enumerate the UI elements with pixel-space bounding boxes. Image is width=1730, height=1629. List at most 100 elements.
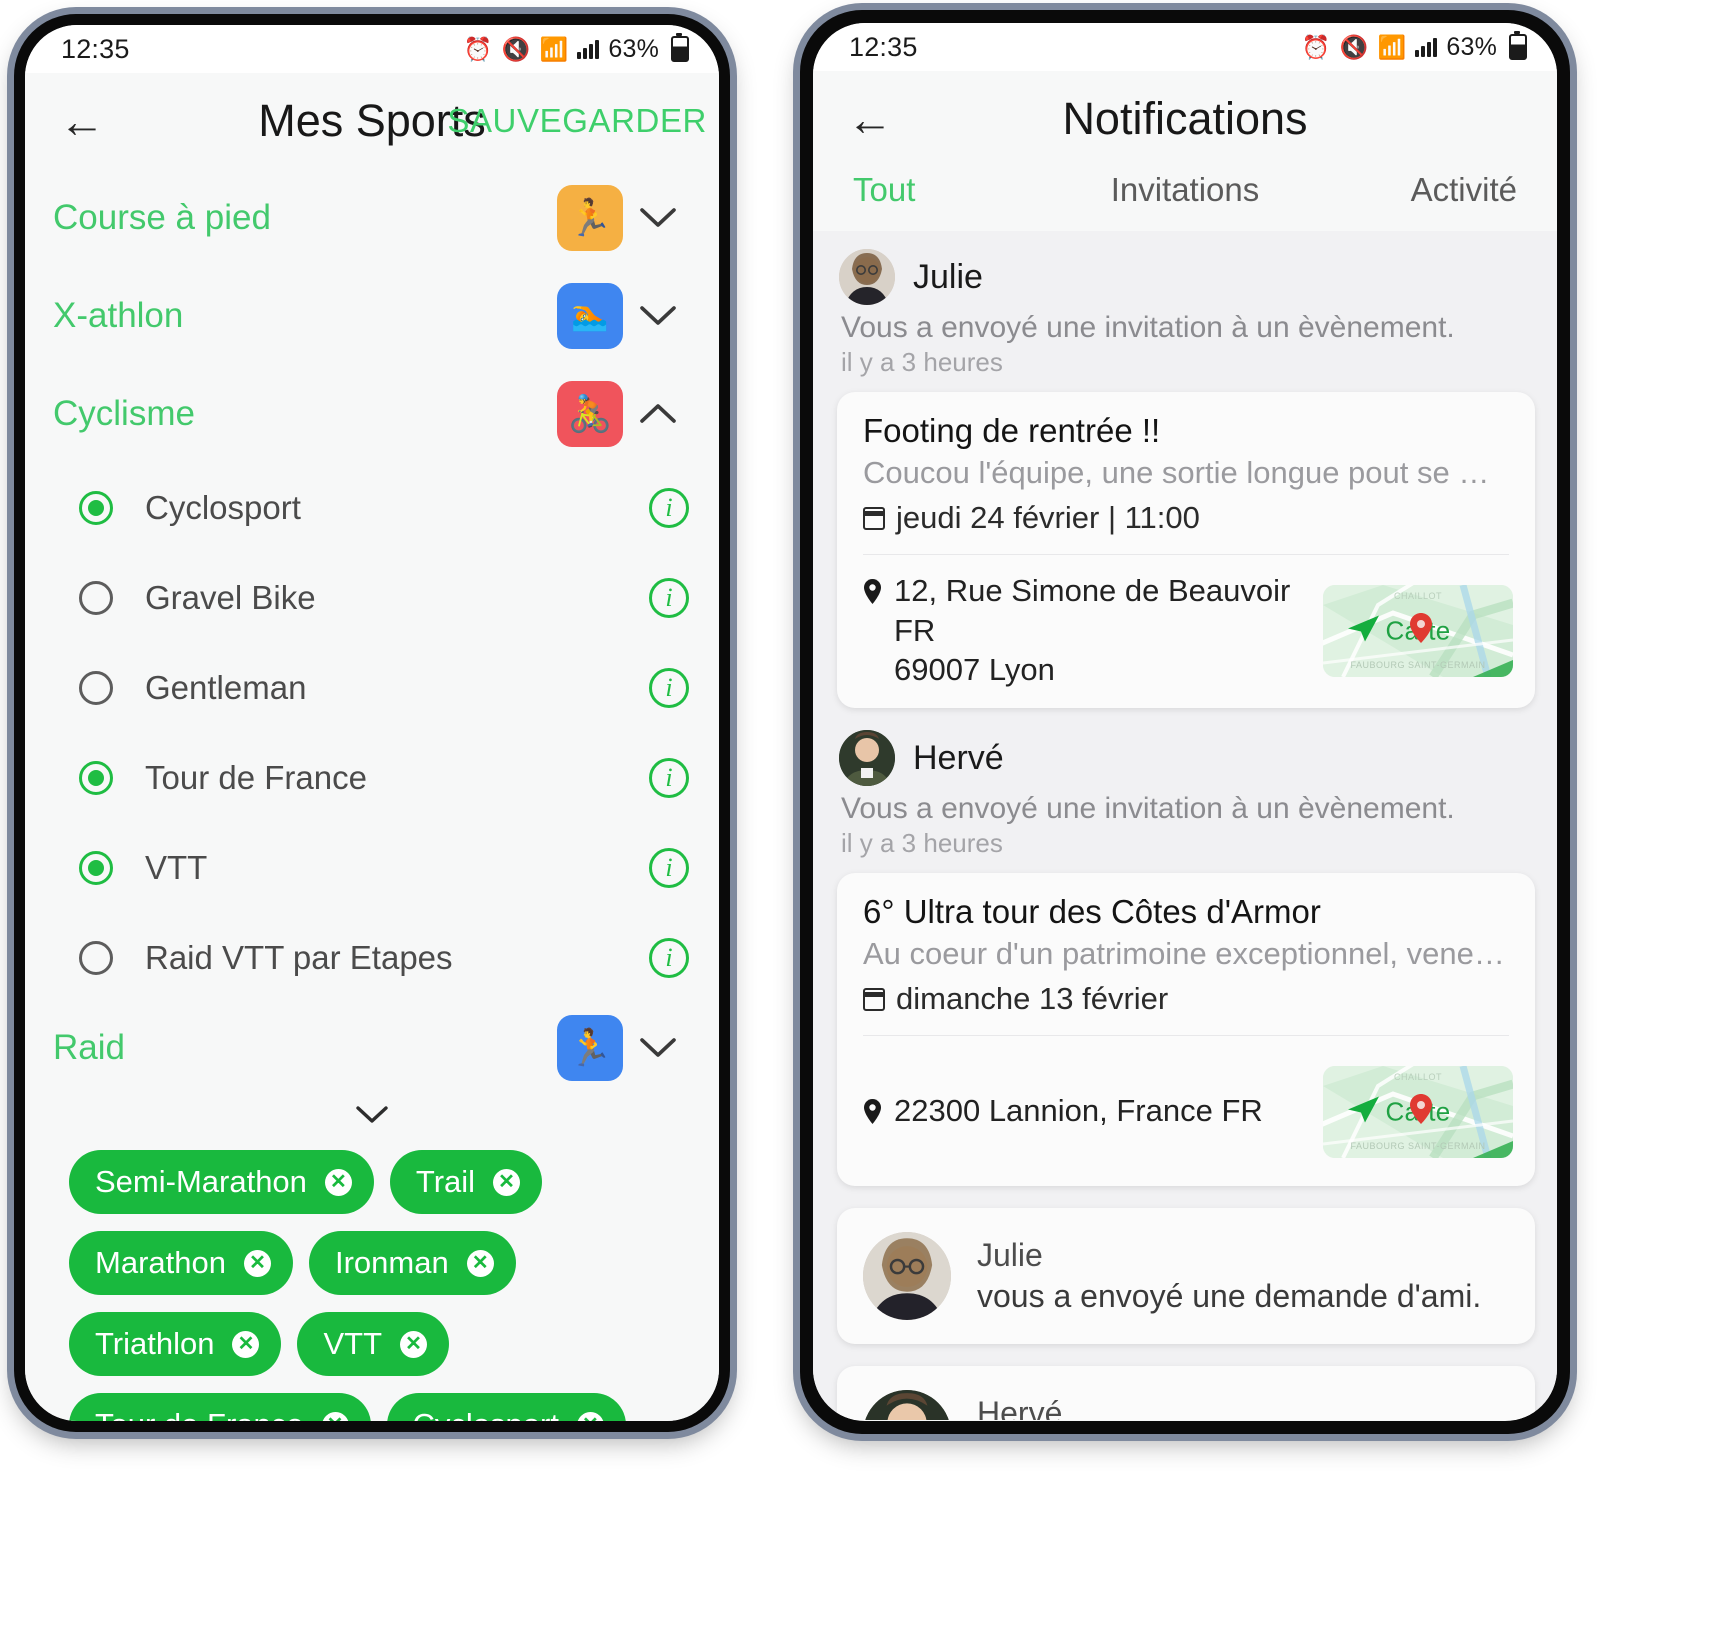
friend-notification-julie[interactable]: Julie vous a envoyé une demande d'ami. bbox=[837, 1208, 1535, 1345]
option-row[interactable]: VTT i bbox=[25, 823, 719, 913]
invitation-herve: Hervé Vous a envoyé une invitation à un … bbox=[813, 712, 1557, 1187]
chip-label: Cyclosport bbox=[413, 1407, 559, 1421]
invitation-header: Julie bbox=[835, 249, 1537, 305]
chevron-down-icon[interactable] bbox=[623, 305, 693, 327]
sport-group-label: Cyclisme bbox=[53, 394, 195, 433]
close-icon[interactable]: ✕ bbox=[324, 1168, 352, 1196]
expand-more-icon[interactable] bbox=[25, 1093, 719, 1136]
event-card[interactable]: 6° Ultra tour des Côtes d'Armor Au coeur… bbox=[837, 873, 1535, 1187]
radio-vtt[interactable] bbox=[79, 851, 113, 885]
event-address: 12, Rue Simone de Beauvoir FR 69007 Lyon bbox=[863, 571, 1309, 690]
chip[interactable]: Triathlon ✕ bbox=[69, 1312, 282, 1376]
back-icon[interactable]: ← bbox=[847, 96, 903, 142]
location-pin-icon bbox=[863, 1094, 882, 1134]
close-icon[interactable]: ✕ bbox=[232, 1330, 260, 1358]
wifi-icon: 📶 bbox=[1377, 33, 1407, 60]
save-button[interactable]: SAUVEGARDER bbox=[447, 102, 707, 140]
chip[interactable]: Ironman ✕ bbox=[308, 1231, 516, 1295]
option-label: Gravel Bike bbox=[145, 579, 316, 616]
chip-label: Trail bbox=[415, 1164, 476, 1199]
option-row[interactable]: Gentleman i bbox=[25, 643, 719, 733]
close-icon[interactable]: ✕ bbox=[466, 1249, 494, 1277]
option-row[interactable]: Raid VTT par Etapes i bbox=[25, 913, 719, 1003]
battery-percent: 63% bbox=[1446, 32, 1497, 61]
sport-group-raid[interactable]: Raid 🏃 bbox=[25, 1003, 719, 1093]
invitation-time: il y a 3 heures bbox=[841, 347, 1003, 377]
info-icon[interactable]: i bbox=[649, 578, 689, 618]
event-description: Coucou l'équipe, une sortie longue pout … bbox=[863, 455, 1490, 490]
event-date-row: dimanche 13 février bbox=[863, 972, 1509, 1017]
back-icon[interactable]: ← bbox=[59, 98, 115, 144]
chip[interactable]: Tour de France ✕ bbox=[69, 1393, 371, 1421]
chevron-down-icon[interactable] bbox=[623, 1037, 693, 1059]
close-icon[interactable]: ✕ bbox=[493, 1168, 521, 1196]
chip-label: Ironman bbox=[334, 1245, 449, 1280]
map-caption-top: CHAILLOT bbox=[1393, 1072, 1442, 1083]
event-title: 6° Ultra tour des Côtes d'Armor bbox=[863, 893, 1321, 931]
option-row[interactable]: Cyclosport i bbox=[25, 463, 719, 553]
chip[interactable]: Cyclosport ✕ bbox=[386, 1393, 626, 1421]
friend-message: vous a envoyé une demande d'ami. bbox=[977, 1278, 1482, 1315]
signal-icon bbox=[1415, 37, 1438, 57]
radio-cyclosport[interactable] bbox=[79, 491, 113, 525]
event-top: Footing de rentrée !! Coucou l'équipe, u… bbox=[837, 392, 1535, 554]
radio-raid-vtt-par-etapes[interactable] bbox=[79, 941, 113, 975]
close-icon[interactable]: ✕ bbox=[576, 1411, 604, 1421]
info-icon[interactable]: i bbox=[649, 938, 689, 978]
info-icon[interactable]: i bbox=[649, 668, 689, 708]
radio-tour-de-france[interactable] bbox=[79, 761, 113, 795]
radio-gravel-bike[interactable] bbox=[79, 581, 113, 615]
tab-invitations[interactable]: Invitations bbox=[1074, 171, 1295, 209]
chip[interactable]: Semi-Marathon ✕ bbox=[69, 1150, 374, 1214]
map-thumbnail[interactable]: CHAILLOT Carte FAUBOURG SAINT-GERMAIN bbox=[1323, 584, 1513, 677]
close-icon[interactable]: ✕ bbox=[400, 1330, 428, 1358]
option-row[interactable]: Gravel Bike i bbox=[25, 553, 719, 643]
invitation-user: Julie bbox=[913, 257, 983, 296]
chip[interactable]: Trail ✕ bbox=[389, 1150, 543, 1214]
herve-avatar bbox=[839, 730, 895, 787]
invitation-subtitle: Vous a envoyé une invitation à un èvènem… bbox=[841, 311, 1455, 344]
address-lines: 12, Rue Simone de Beauvoir FR 69007 Lyon bbox=[894, 571, 1309, 690]
wifi-icon: 📶 bbox=[539, 35, 569, 62]
event-description: Au coeur d'un patrimoine exceptionnel, v… bbox=[863, 936, 1509, 972]
address-line-2: 69007 Lyon bbox=[894, 652, 1055, 688]
address-line-1: 22300 Lannion, France FR bbox=[894, 1092, 1263, 1128]
info-icon[interactable]: i bbox=[649, 848, 689, 888]
option-row[interactable]: Tour de France i bbox=[25, 733, 719, 823]
herve-avatar bbox=[863, 1390, 951, 1420]
sport-group-x-athlon[interactable]: X-athlon 🏊 bbox=[25, 267, 719, 365]
event-bottom: 12, Rue Simone de Beauvoir FR 69007 Lyon bbox=[837, 555, 1535, 708]
event-card[interactable]: Footing de rentrée !! Coucou l'équipe, u… bbox=[837, 392, 1535, 709]
map-caption-bottom: FAUBOURG SAINT-GERMAIN bbox=[1350, 659, 1486, 670]
chevron-down-icon[interactable] bbox=[623, 207, 693, 229]
friend-name: Hervé bbox=[977, 1395, 1063, 1420]
page-title: Notifications bbox=[1062, 93, 1308, 144]
sport-group-course-a-pied[interactable]: Course à pied 🏃 bbox=[25, 169, 719, 267]
map-thumbnail[interactable]: CHAILLOT Carte FAUBOURG SAINT-GERMAIN bbox=[1323, 1066, 1513, 1159]
chip-label: Marathon bbox=[95, 1245, 226, 1280]
sport-group-cyclisme[interactable]: Cyclisme 🚴 bbox=[25, 365, 719, 463]
battery-percent: 63% bbox=[608, 34, 659, 63]
signal-icon bbox=[577, 39, 600, 59]
tab-activite[interactable]: Activité bbox=[1296, 171, 1517, 209]
event-date: dimanche 13 février bbox=[896, 981, 1169, 1017]
status-bar-right: 12:35 ⏰ 🔇 📶 63% bbox=[813, 23, 1557, 71]
chip-label: Semi-Marathon bbox=[95, 1164, 307, 1199]
friend-notification-herve[interactable]: Hervé fait désormais partie de vos amis … bbox=[837, 1366, 1535, 1420]
close-icon[interactable]: ✕ bbox=[243, 1249, 271, 1277]
info-icon[interactable]: i bbox=[649, 758, 689, 798]
info-icon[interactable]: i bbox=[649, 488, 689, 528]
status-time: 12:35 bbox=[61, 33, 130, 64]
radio-gentleman[interactable] bbox=[79, 671, 113, 705]
chip[interactable]: Marathon ✕ bbox=[69, 1231, 293, 1295]
invitation-user: Hervé bbox=[913, 738, 1004, 777]
close-icon[interactable]: ✕ bbox=[321, 1411, 349, 1421]
julie-avatar bbox=[863, 1232, 951, 1321]
chip[interactable]: VTT ✕ bbox=[297, 1312, 450, 1376]
notification-tabs: Tout Invitations Activité bbox=[813, 167, 1557, 231]
alarm-icon: ⏰ bbox=[1301, 33, 1331, 60]
tab-tout[interactable]: Tout bbox=[853, 171, 1074, 209]
chevron-up-icon[interactable] bbox=[623, 403, 693, 425]
phone-left: 12:35 ⏰ 🔇 📶 63% ← Mes Sports SAUVEGARDER bbox=[14, 14, 730, 1432]
status-icons: ⏰ 🔇 📶 63% bbox=[1301, 31, 1527, 62]
